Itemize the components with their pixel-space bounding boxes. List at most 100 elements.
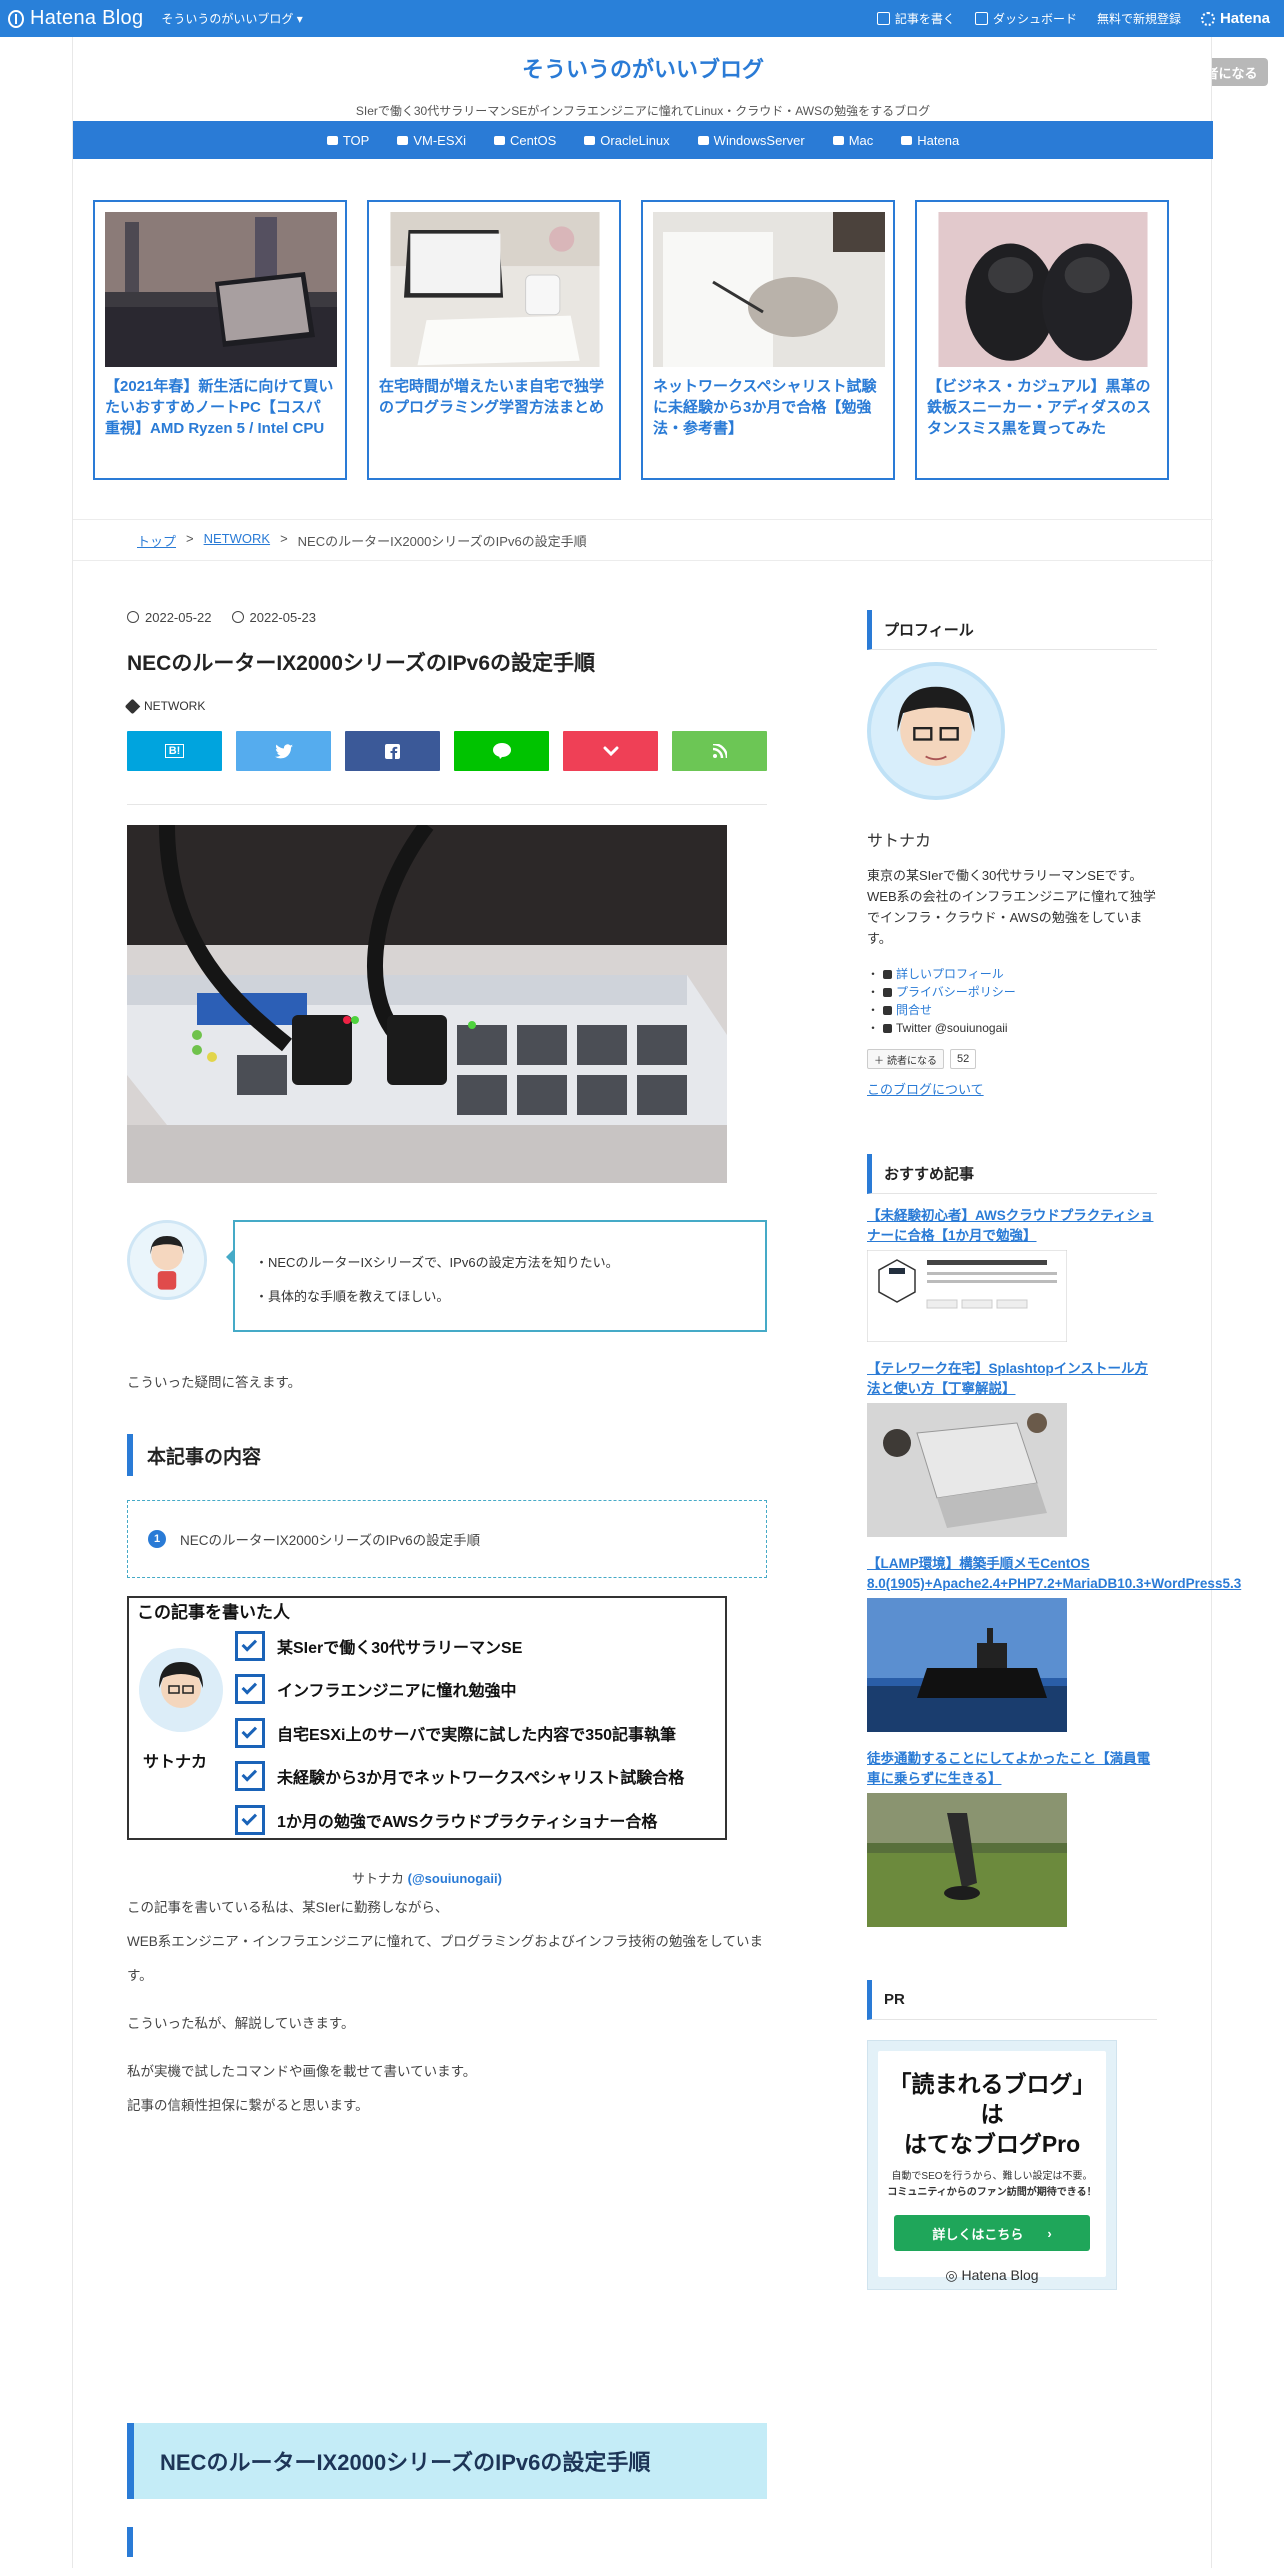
checkbox-icon: [235, 1804, 265, 1835]
reader-avatar: [127, 1220, 207, 1300]
facebook-share-button[interactable]: [345, 731, 440, 771]
line-share-button[interactable]: [454, 731, 549, 771]
divider: [127, 804, 767, 805]
blog-menu-link[interactable]: そういうのがいいブログ ▾: [161, 10, 302, 27]
checkbox-icon: [235, 1630, 265, 1661]
profile-name: サトナカ: [867, 833, 932, 850]
nav-centos[interactable]: CentOS: [494, 133, 556, 148]
profile-link-item: ・ Twitter @souiunogaii: [867, 1019, 1008, 1037]
plus-icon: ＋: [874, 1055, 884, 1067]
nav-mac[interactable]: Mac: [832, 133, 873, 148]
dashboard-icon: [974, 12, 988, 25]
ad-cta-label: 詳しくはこちら: [932, 2226, 1024, 2242]
author-card-title: この記事を書いた人: [137, 1603, 290, 1622]
pocket-share-button[interactable]: [563, 731, 658, 771]
toc-link[interactable]: NECのルーターIX2000シリーズのIPv6の設定手順: [180, 1529, 480, 1549]
profile-link-item: ・プライバシーポリシー: [867, 983, 1016, 1001]
ad-subtext: 自動でSEOを行うから、難しい設定は不要。 コミュニティからのファン訪問が期待で…: [878, 2169, 1106, 2201]
profile-links: ・詳しいプロフィール ・プライバシーポリシー ・問合せ ・ Twitter @so…: [867, 965, 1157, 1037]
article-title[interactable]: NECのルーターIX2000シリーズのIPv6の設定手順: [127, 647, 767, 677]
nav-label: Hatena: [917, 132, 960, 148]
follow-button[interactable]: ＋読者になる: [867, 1049, 944, 1069]
mail-icon: [883, 1005, 893, 1015]
twitter-link[interactable]: Twitter @souiunogaii: [896, 1019, 1008, 1037]
rss-icon: [712, 744, 727, 758]
facebook-icon: [385, 743, 400, 759]
blog-title[interactable]: そういうのがいいブログ: [73, 52, 1213, 84]
hatena-dots-icon: [1200, 11, 1215, 26]
ad-logo: ◎ Hatena Blog: [878, 2267, 1106, 2284]
windows-icon: [697, 135, 709, 145]
nav-oraclelinux[interactable]: OracleLinux: [584, 132, 670, 148]
check-text: 未経験から3か月でネットワークスペシャリスト試験合格: [277, 1770, 685, 1788]
body-text: こういった私が、解説していきます。: [127, 2016, 355, 2031]
recommended-title: 徒歩通勤することにしてよかったこと【満員電車に乗らずに生きる】: [867, 1751, 1151, 1786]
featured-card-title: 【2021年春】新生活に向けて買いたいおすすめノートPC【コスパ重視】AMD R…: [105, 378, 334, 437]
featured-card[interactable]: 【ビジネス・カジュアル】黒革の鉄板スニーカー・アディダスのスタンスミス黒を買って…: [915, 200, 1169, 480]
hatena-logo-icon: ◎: [945, 2267, 958, 2283]
hatena-menu[interactable]: Hatena: [1200, 10, 1270, 27]
profile-link-item: ・詳しいプロフィール: [867, 965, 1004, 983]
twitter-handle-link[interactable]: (@souiunogaii): [408, 1871, 502, 1886]
studying-writing-image: [653, 212, 885, 367]
breadcrumb-category[interactable]: NETWORK: [204, 531, 270, 550]
recommended-item[interactable]: 【未経験初心者】AWSクラウドプラクティショナーに合格【1か月で勉強】: [866, 1206, 1157, 1347]
ad-sub-line: コミュニティからのファン訪問が期待できる！: [887, 2187, 1097, 2198]
write-article-link[interactable]: 記事を書く: [876, 10, 955, 27]
user-icon: [883, 969, 893, 979]
check-text: 自宅ESXi上のサーバで実際に試した内容で350記事執筆: [277, 1726, 676, 1744]
signup-link[interactable]: 無料で新規登録: [1097, 10, 1181, 27]
featured-card-title: 在宅時間が増えたいま自宅で独学のプログラミング学習方法まとめ: [379, 378, 605, 416]
recommended-item[interactable]: 徒歩通勤することにしてよかったこと【満員電車に乗らずに生きる】: [867, 1749, 1157, 1932]
balloon-line: ・NECのルーターIXシリーズで、IPv6の設定方法を知りたい。: [255, 1255, 619, 1270]
category-tag[interactable]: NETWORK: [124, 698, 767, 714]
about-blog-link[interactable]: このブログについて: [867, 1079, 1157, 1098]
check-row: 未経験から3か月でネットワークスペシャリスト試験合格: [235, 1755, 684, 1799]
dashboard-link[interactable]: ダッシュボード: [974, 10, 1077, 27]
breadcrumb-top[interactable]: トップ: [137, 531, 176, 550]
pencil-icon: [876, 12, 890, 25]
recommended-title: 【未経験初心者】AWSクラウドプラクティショナーに合格【1か月で勉強】: [867, 1208, 1154, 1243]
nav-windowsserver[interactable]: WindowsServer: [697, 132, 805, 148]
checkbox-icon: [235, 1674, 265, 1705]
checkbox-icon: [235, 1761, 265, 1792]
featured-card[interactable]: 【2021年春】新生活に向けて買いたいおすすめノートPC【コスパ重視】AMD R…: [93, 200, 347, 480]
feedly-share-button[interactable]: [672, 731, 767, 771]
ad-logo-text: Hatena Blog: [961, 2267, 1039, 2283]
hatebu-share-button[interactable]: B!: [127, 731, 222, 771]
sidebar: プロフィール サトナカ 東京の某SIerで働く30代サラリーマンSEです。 WE…: [866, 610, 1242, 2290]
server-icon: [584, 135, 596, 145]
hatena-blog-logo[interactable]: Hatena Blog: [8, 7, 143, 30]
breadcrumb-separator: >: [186, 531, 194, 546]
recommended-title: 【LAMP環境】構築手順メモCentOS 8.0(1905)+Apache2.4…: [867, 1556, 1242, 1591]
recommended-heading: おすすめ記事: [867, 1154, 1157, 1194]
recommended-item[interactable]: 【テレワーク在宅】Splashtopインストール方法と使い方【丁寧解説】: [867, 1359, 1157, 1542]
nav-top[interactable]: TOP: [326, 133, 369, 148]
divider: [73, 560, 1213, 561]
logo-text: Hatena Blog: [30, 7, 144, 29]
nav-vm-esxi[interactable]: VM-ESXi: [397, 133, 466, 148]
privacy-policy-link[interactable]: プライバシーポリシー: [896, 983, 1016, 1001]
hatena-label: Hatena: [1219, 10, 1270, 27]
nav-hatena[interactable]: Hatena: [901, 133, 959, 148]
recommended-item[interactable]: 【LAMP環境】構築手順メモCentOS 8.0(1905)+Apache2.4…: [867, 1554, 1242, 1737]
profile-avatar[interactable]: [867, 662, 1005, 800]
black-sneakers-image: [938, 212, 1148, 367]
updated-date: 2022-05-23: [231, 610, 316, 625]
refresh-icon: [231, 611, 244, 623]
caption-name: サトナカ: [352, 1871, 405, 1886]
ad-cta-button[interactable]: 詳しくはこちら ›: [894, 2215, 1090, 2251]
featured-card[interactable]: ネットワークスペシャリスト試験に未経験から3か月で合格【勉強法・参考書】: [641, 200, 895, 480]
featured-card[interactable]: 在宅時間が増えたいま自宅で独学のプログラミング学習方法まとめ: [367, 200, 621, 480]
contact-link[interactable]: 問合せ: [896, 1001, 932, 1019]
twitter-share-button[interactable]: [236, 731, 331, 771]
hatena-blog-pro-ad[interactable]: 「読まれるブログ」は はてなブログPro 自動でSEOを行うから、難しい設定は不…: [867, 2040, 1117, 2290]
profile-link-item: ・問合せ: [867, 1001, 933, 1019]
nav-label: WindowsServer: [713, 132, 805, 148]
article-meta: 2022-05-22 2022-05-23: [127, 607, 767, 627]
nav-label: OracleLinux: [600, 132, 670, 148]
profile-desc-line: 東京の某SIerで働く30代サラリーマンSEです。: [867, 868, 1143, 883]
image-caption: サトナカ (@souiunogaii): [127, 1868, 727, 1887]
profile-detail-link[interactable]: 詳しいプロフィール: [896, 965, 1004, 983]
